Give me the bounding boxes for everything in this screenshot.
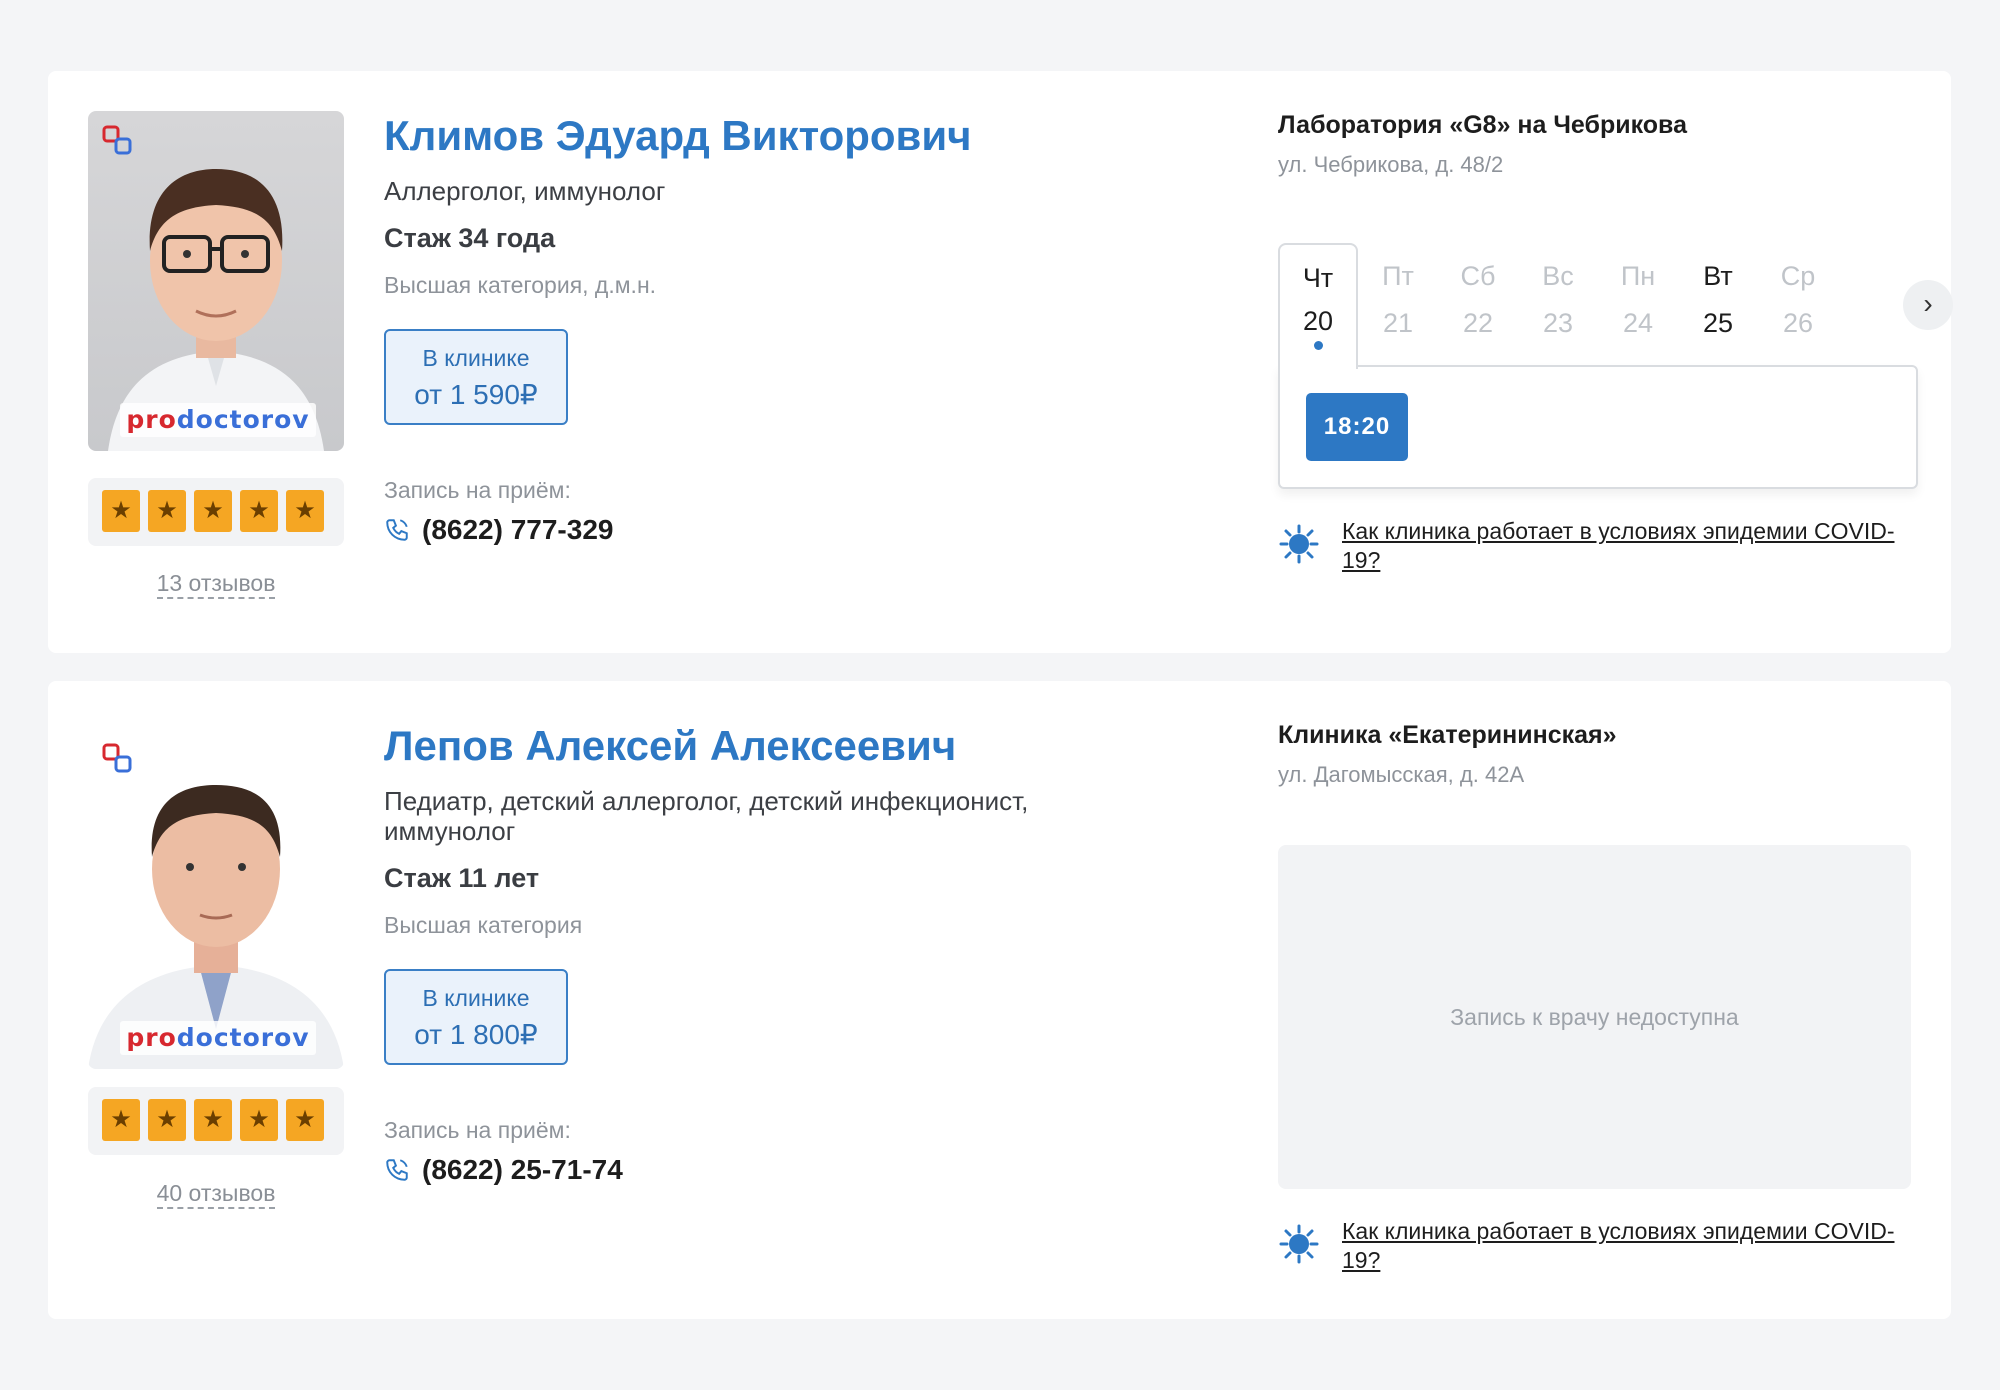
rating-stars: ★ ★ ★ ★ ★ [88, 478, 344, 546]
clinic-address: ул. Дагомысская, д. 42А [1278, 762, 1525, 787]
covid-info: Как клиника работает в условиях эпидемии… [1278, 1217, 1898, 1275]
weekday: Вт [1703, 261, 1733, 291]
clinic-address: ул. Чебрикова, д. 48/2 [1278, 152, 1504, 177]
doctor-experience: Стаж 34 года [384, 223, 556, 254]
star-icon: ★ [102, 1099, 140, 1141]
star-icon: ★ [286, 490, 324, 532]
date: 23 [1542, 308, 1574, 338]
date-tab[interactable]: Пн 24 [1598, 243, 1678, 367]
date-tab[interactable]: Пт 21 [1358, 243, 1438, 367]
next-dates-button[interactable]: › [1903, 280, 1953, 330]
star-icon: ★ [286, 1099, 324, 1141]
appointment-label: Запись на приём: [384, 1117, 571, 1144]
phone-link[interactable]: (8622) 25-71-74 [384, 1154, 1184, 1186]
doctor-portrait-image [88, 785, 344, 1069]
virus-icon [1279, 1224, 1319, 1264]
clinic-info: Лаборатория «G8» на Чебрикова ул. Чебрик… [1278, 111, 1918, 178]
date-tab[interactable]: Ср 26 [1758, 243, 1838, 367]
star-icon: ★ [148, 490, 186, 532]
date-tab[interactable]: Чт 20 [1278, 243, 1358, 369]
price-value: от 1 800₽ [414, 1019, 538, 1051]
phone-number: (8622) 777-329 [422, 514, 614, 546]
price-box[interactable]: В клинике от 1 800₽ [384, 969, 568, 1066]
weekday: Чт [1302, 263, 1334, 293]
covid-info: Как клиника работает в условиях эпидемии… [1278, 517, 1898, 575]
date: 24 [1622, 308, 1654, 338]
doctor-name-link[interactable]: Климов Эдуард Викторович [384, 111, 1184, 161]
date-tab[interactable]: Вс 23 [1518, 243, 1598, 367]
doctor-specialty: Педиатр, детский аллерголог, детский инф… [384, 786, 1029, 847]
star-icon: ★ [102, 490, 140, 532]
prodoctorov-logo-icon [102, 125, 132, 155]
doctor-portrait-image [108, 169, 324, 451]
doctor-info: Лепов Алексей Алексеевич Педиатр, детски… [384, 721, 1184, 1186]
virus-icon [1279, 524, 1319, 564]
doctor-name-link[interactable]: Лепов Алексей Алексеевич [384, 721, 1184, 771]
appointment-label: Запись на приём: [384, 477, 571, 504]
date: 22 [1462, 308, 1494, 338]
phone-icon [386, 1159, 408, 1181]
weekday: Пн [1620, 261, 1656, 291]
time-slots-panel: 18:20 [1278, 365, 1918, 489]
rating-stars: ★ ★ ★ ★ ★ [88, 1087, 344, 1155]
price-box[interactable]: В клинике от 1 590₽ [384, 329, 568, 426]
price-label: В клинике [422, 985, 530, 1012]
doctor-info: Климов Эдуард Викторович Аллерголог, имм… [384, 111, 1184, 546]
doctor-category: Высшая категория [384, 912, 583, 939]
schedule-widget: Чт 20 Пт 21 Сб 22 Вс 23 Пн 24 Вт 25 Ср 2… [1278, 243, 1953, 499]
weekday: Сб [1460, 261, 1496, 291]
doctor-photo[interactable]: prodoctorov [88, 111, 344, 451]
weekday: Ср [1780, 261, 1816, 291]
star-icon: ★ [148, 1099, 186, 1141]
phone-number: (8622) 25-71-74 [422, 1154, 623, 1186]
phone-link[interactable]: (8622) 777-329 [384, 514, 1184, 546]
date: 20 [1302, 306, 1334, 336]
star-icon: ★ [240, 1099, 278, 1141]
phone-icon [386, 519, 408, 542]
price-label: В клинике [422, 345, 530, 372]
clinic-name[interactable]: Лаборатория «G8» на Чебрикова [1278, 111, 1918, 140]
prodoctorov-watermark: prodoctorov [120, 1021, 316, 1055]
date-tab[interactable]: Вт 25 [1678, 243, 1758, 367]
prodoctorov-watermark: prodoctorov [120, 403, 316, 437]
doctor-card: prodoctorov ★ ★ ★ ★ ★ 40 отзывов Лепов А… [48, 681, 1951, 1319]
date: 25 [1702, 308, 1734, 338]
star-icon: ★ [194, 1099, 232, 1141]
doctor-photo[interactable]: prodoctorov [88, 729, 344, 1069]
reviews-link[interactable]: 40 отзывов [88, 1180, 344, 1209]
time-slot-button[interactable]: 18:20 [1306, 393, 1408, 461]
chevron-right-icon: › [1923, 288, 1933, 319]
covid-info-link[interactable]: Как клиника работает в условиях эпидемии… [1342, 517, 1898, 575]
reviews-link[interactable]: 13 отзывов [88, 570, 344, 599]
date: 21 [1382, 308, 1414, 338]
doctor-category: Высшая категория, д.м.н. [384, 272, 657, 299]
price-value: от 1 590₽ [414, 379, 538, 411]
booking-unavailable: Запись к врачу недоступна [1278, 845, 1911, 1189]
covid-info-link[interactable]: Как клиника работает в условиях эпидемии… [1342, 1217, 1898, 1275]
star-icon: ★ [240, 490, 278, 532]
weekday: Вс [1542, 261, 1574, 291]
weekday: Пт [1382, 261, 1414, 291]
star-icon: ★ [194, 490, 232, 532]
clinic-name[interactable]: Клиника «Екатерининская» [1278, 721, 1918, 750]
date: 26 [1782, 308, 1814, 338]
doctor-card: prodoctorov ★ ★ ★ ★ ★ 13 отзывов Климов … [48, 71, 1953, 653]
date-tab[interactable]: Сб 22 [1438, 243, 1518, 367]
date-tabs: Чт 20 Пт 21 Сб 22 Вс 23 Пн 24 Вт 25 Ср 2… [1278, 243, 1918, 369]
available-dot [1313, 341, 1323, 350]
prodoctorov-logo-icon [102, 743, 132, 773]
doctor-experience: Стаж 11 лет [384, 863, 540, 894]
clinic-info: Клиника «Екатерининская» ул. Дагомысская… [1278, 721, 1918, 788]
doctor-specialty: Аллерголог, иммунолог [384, 176, 666, 207]
